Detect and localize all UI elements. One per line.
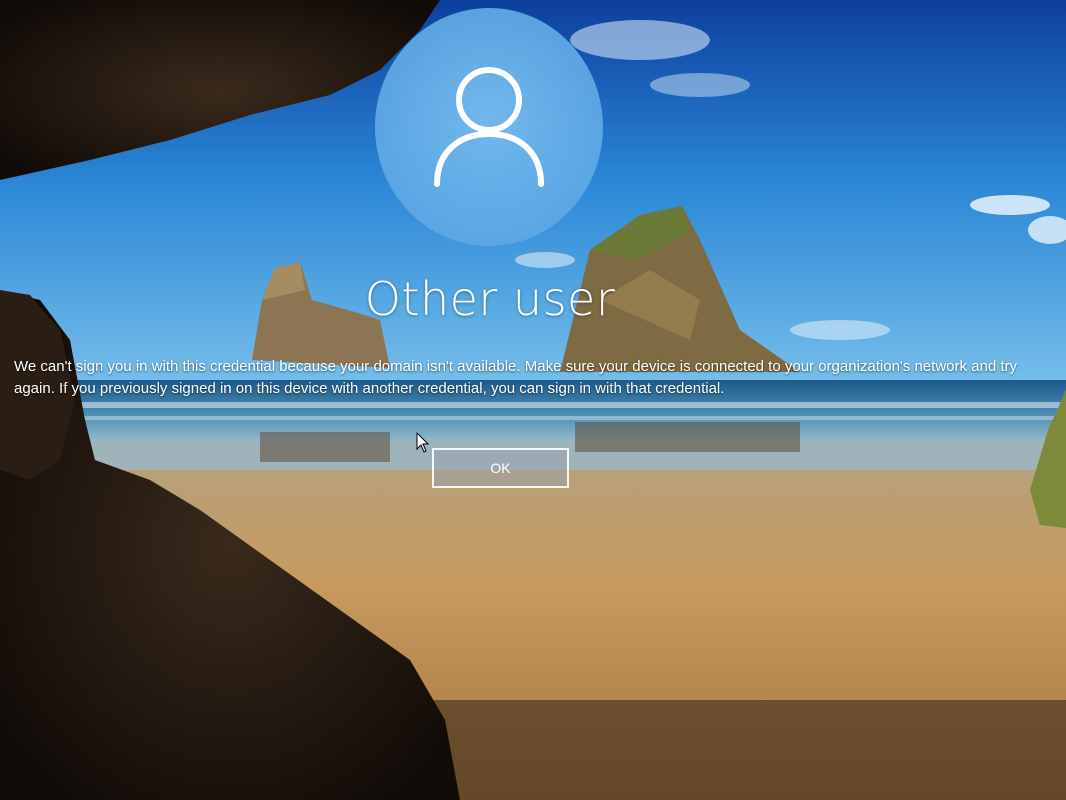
lock-screen: Other user We can't sign you in with thi… bbox=[0, 0, 1066, 800]
username-label: Other user bbox=[364, 272, 616, 326]
user-silhouette-icon bbox=[434, 67, 544, 187]
ok-button[interactable]: OK bbox=[432, 448, 569, 488]
mouse-pointer-icon bbox=[416, 432, 430, 453]
ok-button-label: OK bbox=[490, 460, 511, 476]
sign-in-error-message: We can't sign you in with this credentia… bbox=[14, 358, 1018, 397]
user-avatar bbox=[375, 8, 603, 246]
